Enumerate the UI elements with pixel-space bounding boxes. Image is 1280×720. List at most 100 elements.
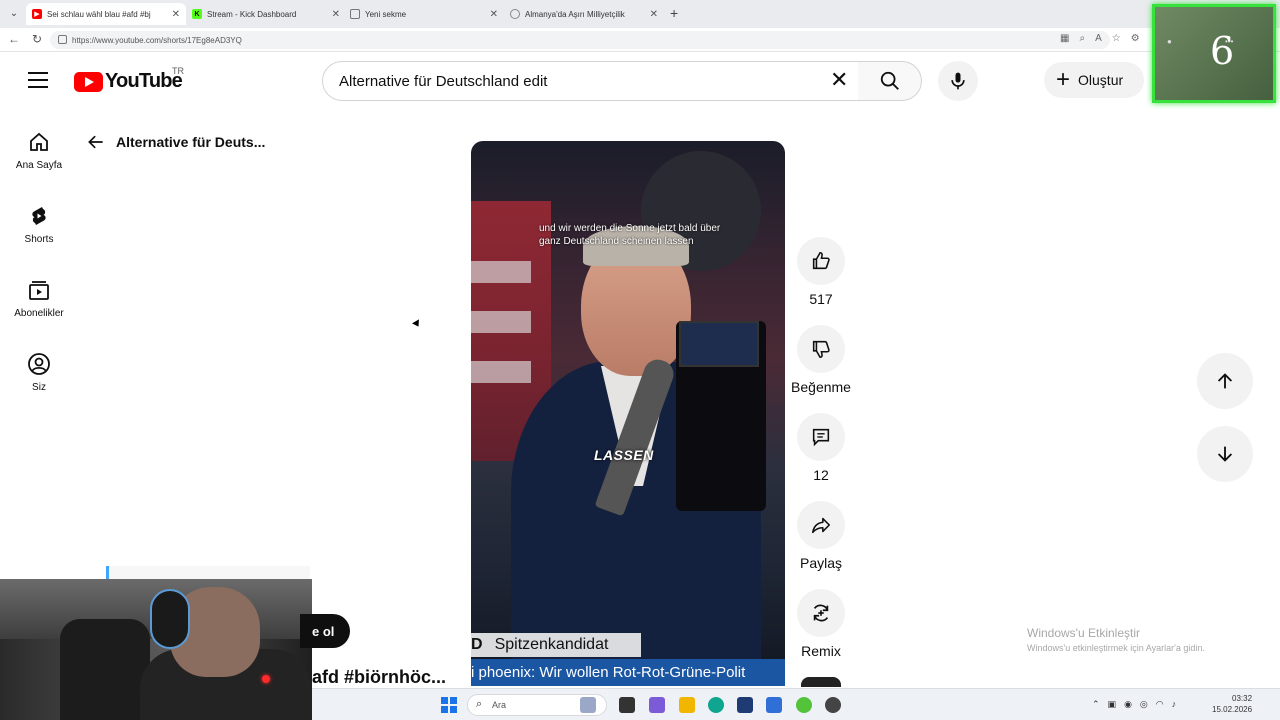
url-field[interactable]: https://www.youtube.com/shorts/17Eg8eAD3…: [50, 31, 1110, 49]
search-input[interactable]: Alternative für Deutschland edit: [322, 61, 859, 101]
tray-app-icon[interactable]: ◎: [1140, 699, 1148, 710]
wifi-icon[interactable]: ◠: [1156, 699, 1164, 710]
comment-count: 12: [813, 467, 829, 483]
previous-video-button[interactable]: [1197, 353, 1253, 409]
mail-icon[interactable]: [766, 697, 782, 713]
sidebar-item-label: Ana Sayfa: [15, 160, 63, 171]
remix-button[interactable]: [797, 589, 845, 637]
edge-icon[interactable]: [708, 697, 724, 713]
sidebar-item-subscriptions[interactable]: Abonelikler: [0, 278, 78, 319]
volume-icon[interactable]: ♪: [1172, 699, 1177, 710]
tab-kick-dashboard[interactable]: K Stream - Kick Dashboard ✕: [186, 3, 346, 25]
remix-action[interactable]: Remix: [786, 589, 856, 659]
browser-tab-strip: ⌄ ▶ Sei schlau wähl blau #afd #bj ✕ K St…: [0, 0, 1280, 28]
like-action[interactable]: 517: [786, 237, 856, 307]
screen: ⌄ ▶ Sei schlau wähl blau #afd #bj ✕ K St…: [0, 0, 1280, 720]
caption-line: ganz Deutschland scheinen lassen: [539, 236, 694, 247]
microphone-icon: [951, 72, 965, 90]
share-button[interactable]: [797, 501, 845, 549]
back-title: Alternative für Deuts...: [116, 134, 266, 150]
sidebar-item-label: Siz: [32, 382, 46, 393]
sidebar-item-you[interactable]: Siz: [0, 352, 78, 393]
zoom-icon[interactable]: ⌕: [1079, 33, 1085, 44]
subscriptions-icon: [29, 281, 49, 300]
recording-light-icon: [262, 675, 270, 683]
partially-hidden-card: [106, 566, 310, 580]
youtube-logo[interactable]: YouTube TR: [74, 66, 184, 93]
clock-date: 15.02.2026: [1212, 705, 1253, 714]
sidebar-item-shorts[interactable]: Shorts: [0, 204, 78, 245]
taskbar-search-placeholder: Ara: [492, 700, 507, 710]
sound-thumbnail[interactable]: [801, 677, 841, 687]
like-button[interactable]: [797, 237, 845, 285]
app-icon[interactable]: [649, 697, 665, 713]
share-action[interactable]: Paylaş: [786, 501, 856, 571]
background-stripe: [471, 311, 531, 333]
tab-chatgpt[interactable]: Almanya'da Aşırı Milliyetçilik ✕: [504, 3, 664, 25]
comments-action[interactable]: 12: [786, 413, 856, 483]
create-button[interactable]: + Oluştur: [1044, 62, 1144, 98]
back-arrow-icon: [88, 135, 103, 149]
site-info-icon[interactable]: [58, 35, 67, 44]
file-explorer-icon[interactable]: [679, 697, 695, 713]
favorite-star-icon[interactable]: ☆: [1112, 33, 1121, 44]
dislike-label: Beğenme: [791, 379, 851, 395]
windows-activation-watermark: Windows'u Etkinleştir Windows'u etkinleş…: [1027, 626, 1205, 653]
tab-title: Yeni sekme: [365, 9, 407, 19]
arrow-down-icon: [1217, 446, 1233, 462]
thumbs-down-icon: [812, 340, 830, 359]
close-tab-icon[interactable]: ✕: [650, 9, 658, 20]
menu-icon[interactable]: [28, 72, 48, 88]
stream-overlay-camera: ● ••• 6: [1152, 4, 1276, 103]
extensions-icon[interactable]: ⚙: [1131, 33, 1140, 44]
tab-new-tab[interactable]: Yeni sekme ✕: [344, 3, 504, 25]
store-icon[interactable]: [737, 697, 753, 713]
back-to-search-row[interactable]: Alternative für Deuts...: [86, 132, 265, 152]
create-label: Oluştur: [1078, 72, 1124, 88]
comments-button[interactable]: [797, 413, 845, 461]
search-icon: [880, 71, 899, 90]
reload-icon[interactable]: ↻: [32, 32, 42, 46]
address-toolbar: ← ↻ https://www.youtube.com/shorts/17Eg8…: [0, 28, 1280, 52]
windows-taskbar: Ara ⌃ ▣ ◉ ◎ ◠ ♪ 03:32 15.02.2026: [312, 688, 1280, 720]
tray-chevron-icon[interactable]: ⌃: [1092, 699, 1100, 710]
search-value: Alternative für Deutschland edit: [339, 72, 548, 90]
voice-search-button[interactable]: [938, 61, 978, 101]
youtube-icon: ▶: [32, 9, 42, 19]
dislike-action[interactable]: Beğenme: [786, 325, 856, 395]
taskbar-clock[interactable]: 03:32 15.02.2026: [1212, 693, 1252, 715]
address-bar-icons: ▦ ⌕ A ☆ ⚙: [1060, 33, 1140, 44]
remix-icon: [813, 604, 829, 622]
sidebar-item-home[interactable]: Ana Sayfa: [0, 130, 78, 171]
windows-start-icon[interactable]: [441, 697, 457, 713]
tray-app-icon[interactable]: ◉: [1124, 699, 1132, 710]
read-aloud-icon[interactable]: A: [1095, 33, 1102, 44]
tray-app-icon[interactable]: ▣: [1108, 699, 1117, 710]
kick-app-icon[interactable]: [796, 697, 812, 713]
back-arrow-icon[interactable]: ←: [8, 32, 20, 46]
comment-icon: [812, 428, 830, 447]
obs-icon[interactable]: [825, 697, 841, 713]
tab-list-chevron-icon[interactable]: ⌄: [6, 5, 22, 21]
new-tab-plus-icon[interactable]: +: [670, 5, 678, 21]
widget-icon[interactable]: [580, 697, 596, 713]
close-tab-icon[interactable]: ✕: [172, 9, 180, 20]
tab-title: Stream - Kick Dashboard: [207, 9, 297, 19]
apps-icon[interactable]: ▦: [1060, 33, 1069, 44]
country-code: TR: [172, 66, 184, 76]
tab-youtube[interactable]: ▶ Sei schlau wähl blau #afd #bj ✕: [26, 3, 186, 25]
next-video-button[interactable]: [1197, 426, 1253, 482]
close-tab-icon[interactable]: ✕: [332, 9, 340, 20]
video-title: afd #biörnhöc...: [312, 667, 447, 687]
dislike-button[interactable]: [797, 325, 845, 373]
clear-search-icon[interactable]: ✕: [830, 69, 848, 91]
search-button[interactable]: [858, 61, 922, 101]
subscribe-label: e ol: [312, 623, 335, 639]
shorts-video-player[interactable]: und wir werden die Sonne jetzt bald über…: [471, 141, 785, 686]
camera-screen: [679, 321, 759, 367]
subscribe-button[interactable]: e ol: [300, 614, 350, 648]
share-label: Paylaş: [799, 555, 843, 571]
close-tab-icon[interactable]: ✕: [490, 9, 498, 20]
task-view-icon[interactable]: [619, 697, 635, 713]
youtube-header: YouTube TR Alternative für Deutschland e…: [0, 52, 1280, 110]
